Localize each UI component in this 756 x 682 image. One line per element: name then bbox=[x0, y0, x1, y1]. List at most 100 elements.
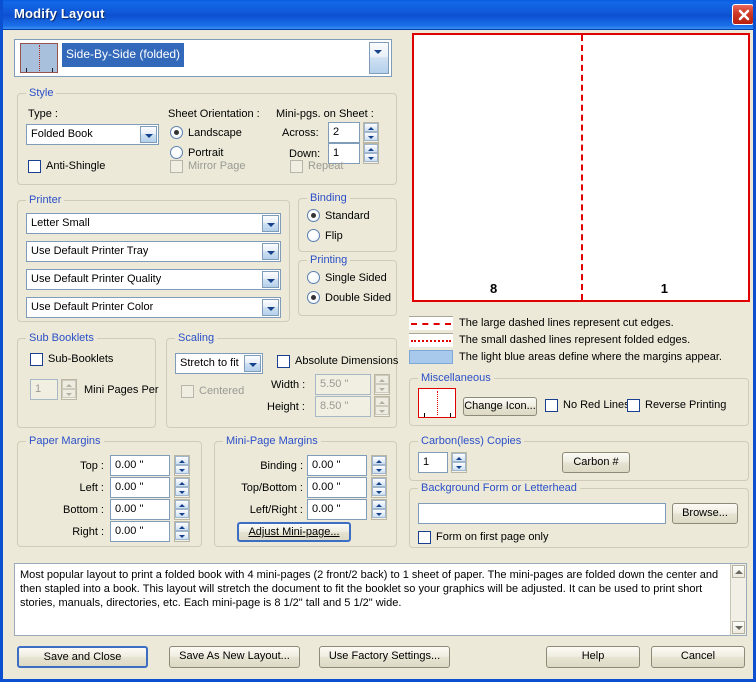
save-and-close-button[interactable]: Save and Close bbox=[17, 646, 148, 668]
height-value: 8.50 " bbox=[320, 400, 349, 412]
scroll-up-icon[interactable] bbox=[732, 565, 745, 578]
binding-label-flip: Flip bbox=[325, 230, 343, 242]
adjust-mini-page-button[interactable]: Adjust Mini-page... bbox=[237, 522, 351, 542]
cancel-button[interactable]: Cancel bbox=[651, 646, 745, 668]
carbon-number-button[interactable]: Carbon # bbox=[562, 452, 630, 473]
binding-radio-standard[interactable] bbox=[307, 209, 320, 222]
chevron-down-icon[interactable] bbox=[262, 215, 279, 232]
stepper-down-icon[interactable] bbox=[372, 509, 386, 518]
layout-description[interactable]: Most popular layout to print a folded bo… bbox=[14, 563, 747, 636]
use-factory-settings-button-label: Use Factory Settings... bbox=[328, 650, 441, 662]
printing-radio-single-sided[interactable] bbox=[307, 271, 320, 284]
stepper-up-icon[interactable] bbox=[175, 456, 189, 465]
paper-margin-stepper-right[interactable] bbox=[174, 521, 190, 542]
orientation-label-landscape: Landscape bbox=[188, 127, 242, 139]
stepper-down-icon[interactable] bbox=[452, 462, 466, 471]
mini-margin-input-left-right[interactable]: 0.00 " bbox=[307, 499, 367, 520]
mini-margin-input-binding[interactable]: 0.00 " bbox=[307, 455, 367, 476]
absolute-dimensions-checkbox[interactable] bbox=[277, 355, 290, 368]
anti-shingle-label: Anti-Shingle bbox=[46, 160, 106, 172]
chevron-down-icon[interactable] bbox=[140, 126, 157, 143]
paper-margin-stepper-bottom[interactable] bbox=[174, 499, 190, 520]
background-form-path-input[interactable] bbox=[418, 503, 666, 524]
carbon-count-input[interactable]: 1 bbox=[418, 452, 448, 473]
mini-margin-stepper-top-bottom[interactable] bbox=[371, 477, 387, 498]
paper-margin-input-right[interactable]: 0.00 " bbox=[110, 521, 170, 542]
legend-text-folded-edges: The small dashed lines represent folded … bbox=[459, 334, 691, 346]
printing-radio-double-sided[interactable] bbox=[307, 291, 320, 304]
form-first-page-only-checkbox[interactable] bbox=[418, 531, 431, 544]
paper-margins-group: Paper Margins Top : 0.00 " Left : 0.00 "… bbox=[17, 435, 202, 547]
light-blue-area-swatch bbox=[409, 350, 453, 364]
miscellaneous-group-title: Miscellaneous bbox=[418, 372, 494, 384]
stepper-down-icon[interactable] bbox=[372, 487, 386, 496]
orientation-radio-landscape[interactable] bbox=[170, 126, 183, 139]
chevron-down-icon[interactable] bbox=[369, 42, 389, 74]
across-stepper[interactable] bbox=[363, 122, 379, 143]
scaling-mode-select[interactable]: Stretch to fit bbox=[175, 353, 263, 374]
reverse-printing-checkbox[interactable] bbox=[627, 399, 640, 412]
legend-text-cut-edges: The large dashed lines represent cut edg… bbox=[459, 317, 674, 329]
printer-quality-select[interactable]: Use Default Printer Quality bbox=[26, 269, 281, 290]
scroll-down-icon[interactable] bbox=[732, 621, 745, 634]
close-icon[interactable] bbox=[732, 4, 753, 25]
no-red-lines-checkbox[interactable] bbox=[545, 399, 558, 412]
printer-paper-select[interactable]: Letter Small bbox=[26, 213, 281, 234]
save-as-new-layout-button[interactable]: Save As New Layout... bbox=[169, 646, 300, 668]
printer-paper-value: Letter Small bbox=[31, 217, 90, 229]
printing-label-single-sided: Single Sided bbox=[325, 272, 387, 284]
orientation-radio-portrait[interactable] bbox=[170, 146, 183, 159]
printer-tray-select[interactable]: Use Default Printer Tray bbox=[26, 241, 281, 262]
stepper-down-icon[interactable] bbox=[372, 465, 386, 474]
stepper-down-icon[interactable] bbox=[175, 531, 189, 540]
paper-margin-input-left[interactable]: 0.00 " bbox=[110, 477, 170, 498]
stepper-down-icon[interactable] bbox=[364, 132, 378, 141]
stepper-down-icon[interactable] bbox=[175, 487, 189, 496]
stepper-up-icon[interactable] bbox=[372, 478, 386, 487]
binding-label-standard: Standard bbox=[325, 210, 370, 222]
stepper-up-icon[interactable] bbox=[175, 478, 189, 487]
binding-radio-flip[interactable] bbox=[307, 229, 320, 242]
chevron-down-icon[interactable] bbox=[262, 299, 279, 316]
printer-color-select[interactable]: Use Default Printer Color bbox=[26, 297, 281, 318]
chevron-down-icon[interactable] bbox=[244, 355, 261, 372]
mini-margin-label-top-bottom: Top/Bottom : bbox=[241, 482, 303, 494]
chevron-down-icon[interactable] bbox=[262, 271, 279, 288]
paper-margin-value-top: 0.00 " bbox=[115, 459, 144, 471]
preview-page-number-right: 1 bbox=[660, 281, 668, 296]
down-stepper[interactable] bbox=[363, 143, 379, 164]
chevron-down-icon[interactable] bbox=[262, 243, 279, 260]
stepper-up-icon[interactable] bbox=[175, 522, 189, 531]
stepper-down-icon[interactable] bbox=[364, 153, 378, 162]
anti-shingle-checkbox[interactable] bbox=[28, 160, 41, 173]
across-value: 2 bbox=[333, 126, 340, 138]
sub-booklets-stepper bbox=[61, 379, 77, 400]
sub-booklets-checkbox[interactable] bbox=[30, 353, 43, 366]
change-icon-button[interactable]: Change Icon... bbox=[463, 397, 537, 416]
stepper-down-icon[interactable] bbox=[175, 509, 189, 518]
type-select[interactable]: Folded Book bbox=[26, 124, 159, 145]
paper-margin-stepper-top[interactable] bbox=[174, 455, 190, 476]
mini-margin-input-top-bottom[interactable]: 0.00 " bbox=[307, 477, 367, 498]
help-button[interactable]: Help bbox=[546, 646, 640, 668]
stepper-up-icon[interactable] bbox=[364, 144, 378, 153]
stepper-up-icon[interactable] bbox=[372, 456, 386, 465]
mini-margin-stepper-left-right[interactable] bbox=[371, 499, 387, 520]
paper-margin-input-bottom[interactable]: 0.00 " bbox=[110, 499, 170, 520]
mini-margin-stepper-binding[interactable] bbox=[371, 455, 387, 476]
across-input[interactable]: 2 bbox=[328, 122, 360, 143]
large-dashed-line-swatch bbox=[409, 316, 453, 330]
description-scrollbar[interactable] bbox=[730, 564, 746, 635]
stepper-up-icon[interactable] bbox=[175, 500, 189, 509]
use-factory-settings-button[interactable]: Use Factory Settings... bbox=[319, 646, 450, 668]
stepper-down-icon[interactable] bbox=[175, 465, 189, 474]
repeat-label: Repeat bbox=[308, 160, 344, 172]
layout-select[interactable]: Side-By-Side (folded) bbox=[14, 39, 392, 77]
paper-margin-input-top[interactable]: 0.00 " bbox=[110, 455, 170, 476]
browse-button[interactable]: Browse... bbox=[672, 503, 738, 524]
stepper-up-icon[interactable] bbox=[364, 123, 378, 132]
stepper-up-icon[interactable] bbox=[452, 453, 466, 462]
stepper-up-icon[interactable] bbox=[372, 500, 386, 509]
paper-margin-stepper-left[interactable] bbox=[174, 477, 190, 498]
carbon-count-stepper[interactable] bbox=[451, 452, 467, 473]
